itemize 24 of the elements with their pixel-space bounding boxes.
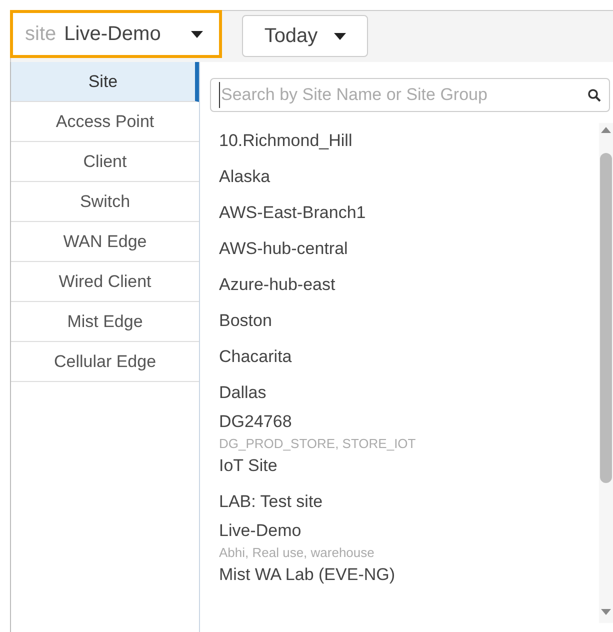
site-value: Live-Demo <box>64 22 161 47</box>
site-option[interactable]: Azure-hub-east <box>210 267 599 303</box>
scroll-up-icon <box>601 127 611 133</box>
site-option[interactable]: 10.Richmond_Hill <box>210 123 599 159</box>
site-option[interactable]: Alaska <box>210 159 599 195</box>
site-option[interactable]: Chacarita <box>210 339 599 375</box>
site-label: site <box>25 22 56 47</box>
search-field[interactable]: Search by Site Name or Site Group <box>210 78 610 112</box>
scrollbar[interactable] <box>599 123 613 623</box>
scroll-thumb[interactable] <box>600 153 612 483</box>
site-option[interactable]: AWS-hub-central <box>210 231 599 267</box>
site-option[interactable]: Dallas <box>210 375 599 411</box>
category-tab[interactable]: Site <box>11 62 199 102</box>
search-input[interactable]: Search by Site Name or Site Group <box>219 82 588 108</box>
search-icon <box>588 88 601 102</box>
site-option[interactable]: LAB: Test site <box>210 484 599 520</box>
date-selector[interactable]: Today <box>242 15 368 57</box>
site-groups: DG_PROD_STORE, STORE_IOT <box>219 436 599 452</box>
site-selector[interactable]: site Live-Demo <box>10 10 222 58</box>
site-option[interactable]: AWS-East-Branch1 <box>210 195 599 231</box>
scroll-down-icon <box>601 609 611 615</box>
site-option[interactable]: Boston <box>210 303 599 339</box>
caret-icon <box>191 30 203 38</box>
caret-icon <box>334 32 346 40</box>
